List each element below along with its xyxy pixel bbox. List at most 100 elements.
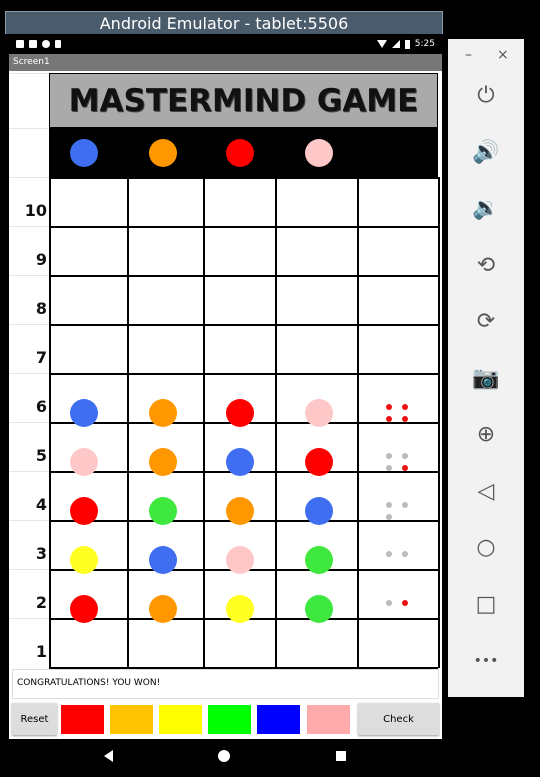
signal-icon [391, 40, 400, 48]
rotate-right-icon[interactable]: ⟳ [471, 307, 501, 337]
clock: 5:25 [414, 39, 435, 49]
guess-peg [149, 399, 177, 427]
row-number: 3 [35, 544, 47, 563]
feedback-peg [386, 551, 392, 557]
guess-peg [70, 546, 98, 574]
guess-peg [70, 448, 98, 476]
row-number: 10 [24, 201, 47, 220]
play-icon [55, 40, 61, 48]
row-divider [9, 226, 49, 227]
guess-peg [305, 448, 333, 476]
guess-peg [226, 546, 254, 574]
row-divider [9, 128, 49, 129]
overview-icon[interactable]: □ [471, 590, 501, 620]
feedback-peg [402, 502, 408, 508]
row-divider [9, 618, 49, 619]
feedback-peg [386, 600, 392, 606]
feedback-peg [386, 416, 392, 422]
feedback-peg [402, 453, 408, 459]
row-divider [9, 569, 49, 570]
row-divider [9, 324, 49, 325]
sync-icon [42, 40, 50, 48]
row-number: 8 [35, 299, 47, 318]
grid-column-line [438, 177, 440, 668]
row-number: 1 [35, 642, 47, 661]
camera-icon[interactable]: 📷 [471, 364, 501, 394]
guess-peg [305, 497, 333, 525]
guess-peg [305, 399, 333, 427]
status-bar: 5:25 [9, 37, 442, 54]
row-number: 9 [35, 250, 47, 269]
color-button[interactable] [110, 705, 153, 734]
secret-peg [149, 139, 177, 167]
guess-peg [305, 595, 333, 623]
power-icon[interactable]: ⏻ [471, 81, 501, 111]
feedback-peg [402, 416, 408, 422]
color-button[interactable] [307, 705, 350, 734]
close-button[interactable]: × [497, 47, 509, 63]
feedback-peg [386, 453, 392, 459]
guess-peg [226, 448, 254, 476]
home-icon[interactable]: ○ [471, 533, 501, 563]
feedback-peg [386, 404, 392, 410]
back-icon[interactable]: ◁ [471, 477, 501, 507]
feedback-peg [386, 514, 392, 520]
nav-back-icon[interactable] [104, 750, 113, 762]
feedback-peg [402, 404, 408, 410]
nav-recent-apps-icon[interactable] [336, 751, 346, 761]
row-number: 6 [35, 397, 47, 416]
feedback-peg [402, 600, 408, 606]
guess-peg [226, 497, 254, 525]
row-number: 4 [35, 495, 47, 514]
color-button[interactable] [61, 705, 104, 734]
battery-icon [404, 39, 410, 49]
zoom-icon[interactable]: ⊕ [471, 420, 501, 450]
volume-up-icon[interactable]: 🔊 [471, 138, 501, 168]
color-button[interactable] [208, 705, 251, 734]
guess-peg [226, 399, 254, 427]
guess-peg [226, 595, 254, 623]
volume-down-icon[interactable]: 🔉 [471, 194, 501, 224]
secret-peg [70, 139, 98, 167]
device-screen: 5:25 Screen1 MASTERMIND GAME CONGRATULAT… [9, 37, 442, 773]
check-button[interactable]: Check [358, 703, 439, 735]
guess-peg [149, 497, 177, 525]
grid-row-line [49, 177, 438, 179]
more-icon[interactable]: ••• [471, 646, 501, 676]
feedback-peg [386, 502, 392, 508]
guess-peg [70, 595, 98, 623]
guess-peg [149, 448, 177, 476]
android-nav-bar [9, 739, 442, 773]
secret-peg [226, 139, 254, 167]
game-title-banner: MASTERMIND GAME [49, 73, 438, 128]
grid-row-line [49, 324, 438, 326]
sd-card-icon [29, 40, 37, 48]
feedback-peg [402, 551, 408, 557]
row-number: 2 [35, 593, 47, 612]
guess-peg [305, 546, 333, 574]
wifi-icon [376, 40, 387, 48]
emulator-title-bar: Android Emulator - tablet:5506 [5, 11, 443, 34]
color-button[interactable] [257, 705, 300, 734]
row-divider [9, 520, 49, 521]
row-divider [9, 177, 49, 178]
screen-title-bar: Screen1 [9, 54, 442, 71]
row-divider [9, 471, 49, 472]
grid-row-line [49, 275, 438, 277]
row-divider [9, 73, 49, 74]
feedback-peg [386, 465, 392, 471]
notification-icon [16, 40, 24, 48]
row-divider [9, 275, 49, 276]
rotate-left-icon[interactable]: ⟲ [471, 251, 501, 281]
guess-peg [70, 399, 98, 427]
row-number: 5 [35, 446, 47, 465]
guess-peg [70, 497, 98, 525]
guess-peg [149, 595, 177, 623]
status-message: CONGRATULATIONS! YOU WON! [12, 669, 439, 699]
nav-home-icon[interactable] [218, 750, 230, 762]
reset-button[interactable]: Reset [12, 703, 57, 735]
color-button[interactable] [159, 705, 202, 734]
minimize-button[interactable]: – [465, 47, 472, 63]
grid-row-line [49, 226, 438, 228]
feedback-peg [402, 465, 408, 471]
